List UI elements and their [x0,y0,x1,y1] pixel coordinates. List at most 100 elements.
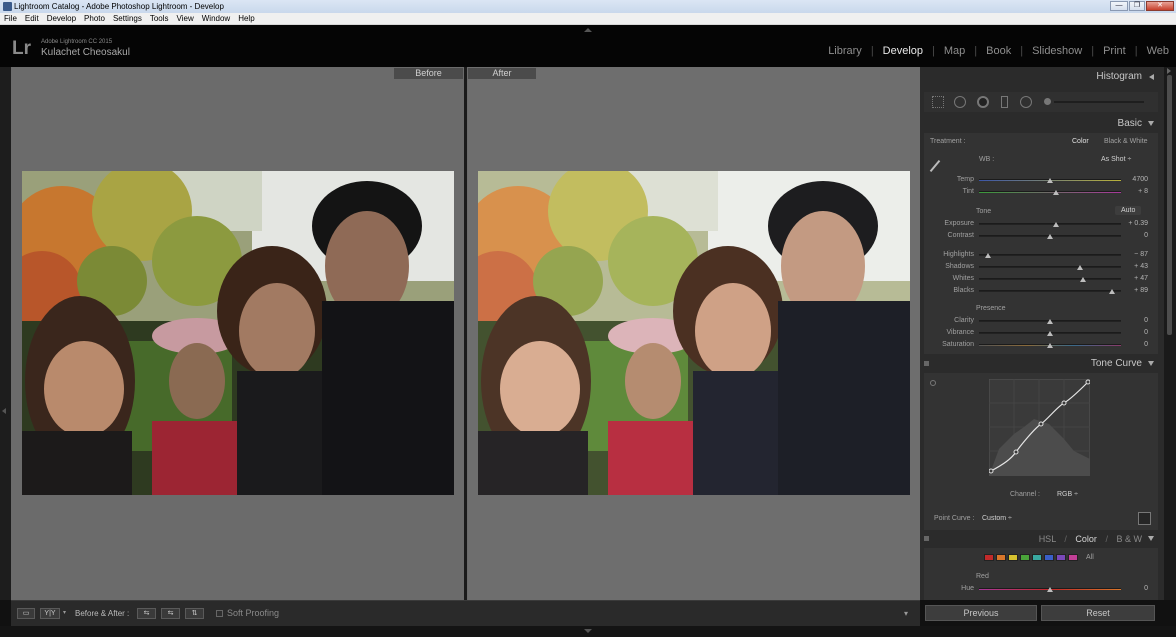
hsl-tab[interactable]: HSL [1039,534,1056,544]
blacks-track[interactable] [979,289,1121,294]
module-book[interactable]: Book [977,45,1020,57]
top-panel-toggle-icon[interactable] [584,28,592,32]
vibrance-knob[interactable] [1047,331,1053,336]
after-photo[interactable] [478,171,910,495]
swap-before-after-button[interactable]: ⇅ [185,608,204,619]
shadows-knob[interactable] [1076,265,1083,270]
clarity-value[interactable]: 0 [1144,317,1148,324]
exposure-slider[interactable]: Exposure + 0.39 [924,218,1158,230]
red-eye-icon[interactable] [977,96,989,108]
close-button[interactable]: ✕ [1146,1,1174,11]
panel-switch-icon[interactable] [924,361,929,366]
menu-settings[interactable]: Settings [113,13,142,24]
whites-knob[interactable] [1079,277,1086,282]
copy-before-to-after-button[interactable]: ⇆ [137,608,156,619]
color-swatch-3[interactable] [1020,554,1030,561]
module-slideshow[interactable]: Slideshow [1023,45,1091,57]
tint-track[interactable] [979,190,1121,195]
whites-value[interactable]: + 47 [1134,275,1148,282]
color-swatch-2[interactable] [1008,554,1018,561]
filmstrip-toggle-icon[interactable] [584,629,592,633]
collapse-left-icon[interactable] [1149,74,1154,80]
highlights-slider[interactable]: Highlights − 87 [924,249,1158,261]
menu-tools[interactable]: Tools [150,13,169,24]
color-swatch-6[interactable] [1056,554,1066,561]
exposure-value[interactable]: + 0.39 [1128,220,1148,227]
hue-value[interactable]: 0 [1144,585,1148,592]
spot-removal-icon[interactable] [954,96,966,108]
clarity-track[interactable] [979,319,1121,324]
loupe-view-button[interactable]: ▭ [17,608,35,619]
hue-slider[interactable]: Hue 0 [924,583,1158,595]
collapse-down-icon[interactable] [1148,361,1154,366]
menu-develop[interactable]: Develop [47,13,76,24]
menu-edit[interactable]: Edit [25,13,39,24]
contrast-slider[interactable]: Contrast 0 [924,230,1158,242]
crop-tool-icon[interactable] [932,96,944,108]
point-curve-dropdown[interactable]: Custom ÷ [982,515,1012,522]
graduated-filter-icon[interactable] [1001,96,1008,108]
wb-dropdown[interactable]: As Shot ÷ [1101,156,1131,163]
color-swatch-1[interactable] [996,554,1006,561]
highlights-knob[interactable] [984,253,991,258]
filmstrip-edge[interactable] [0,626,1176,637]
after-pane[interactable]: After [468,67,920,600]
saturation-knob[interactable] [1047,343,1053,348]
compare-view-button[interactable]: Y|Y [40,608,60,619]
maximize-button[interactable]: ❐ [1129,1,1145,11]
tint-knob[interactable] [1052,190,1059,195]
brush-size-track[interactable] [1054,101,1144,103]
menu-view[interactable]: View [177,13,194,24]
auto-tone-button[interactable]: Auto [1115,206,1142,215]
left-panel-edge[interactable] [0,67,11,600]
temp-slider[interactable]: Temp 4700 [924,174,1158,186]
highlights-value[interactable]: − 87 [1134,251,1148,258]
blacks-value[interactable]: + 89 [1134,287,1148,294]
exposure-knob[interactable] [1052,222,1059,227]
exposure-track[interactable] [979,222,1121,227]
temp-knob[interactable] [1047,178,1053,183]
menu-file[interactable]: File [4,13,17,24]
copy-after-to-before-button[interactable]: ⇆ [161,608,180,619]
minimize-button[interactable]: — [1110,1,1128,11]
temp-value[interactable]: 4700 [1132,176,1148,183]
temp-track[interactable] [979,178,1121,183]
reset-button[interactable]: Reset [1041,605,1155,621]
contrast-track[interactable] [979,234,1121,239]
highlights-track[interactable] [979,253,1121,258]
collapse-down-icon[interactable] [1148,536,1154,541]
color-tab[interactable]: Color [1075,534,1097,544]
radial-filter-icon[interactable] [1020,96,1032,108]
before-pane[interactable]: Before [11,67,464,600]
bw-tab[interactable]: B & W [1116,534,1142,544]
hue-knob[interactable] [1047,587,1053,592]
color-swatch-0[interactable] [984,554,994,561]
collapse-down-icon[interactable] [1148,121,1154,126]
module-library[interactable]: Library [819,45,871,57]
saturation-track[interactable] [979,343,1121,348]
scrollbar-thumb[interactable] [1167,75,1172,335]
shadows-value[interactable]: + 43 [1134,263,1148,270]
clarity-knob[interactable] [1047,319,1053,324]
vibrance-value[interactable]: 0 [1144,329,1148,336]
menu-window[interactable]: Window [202,13,230,24]
shadows-slider[interactable]: Shadows + 43 [924,261,1158,273]
module-map[interactable]: Map [935,45,974,57]
target-adjust-icon[interactable] [930,380,936,386]
previous-button[interactable]: Previous [925,605,1037,621]
toolbar-menu-chevron-icon[interactable]: ▾ [904,609,908,618]
treatment-black-white[interactable]: Black & White [1104,138,1148,145]
right-panel-scrollbar[interactable] [1164,67,1176,600]
hue-track[interactable] [979,587,1121,592]
contrast-value[interactable]: 0 [1144,232,1148,239]
treatment-color[interactable]: Color [1072,138,1089,145]
hsl-panel-header[interactable]: HSL / Color / B & W [924,530,1158,548]
tint-value[interactable]: + 8 [1138,188,1148,195]
before-photo[interactable] [22,171,454,495]
saturation-value[interactable]: 0 [1144,341,1148,348]
tint-slider[interactable]: Tint + 8 [924,186,1158,198]
color-swatch-4[interactable] [1032,554,1042,561]
left-panel-toggle-icon[interactable] [2,408,6,414]
point-curve-edit-icon[interactable] [1138,512,1151,525]
panel-switch-icon[interactable] [924,536,929,541]
